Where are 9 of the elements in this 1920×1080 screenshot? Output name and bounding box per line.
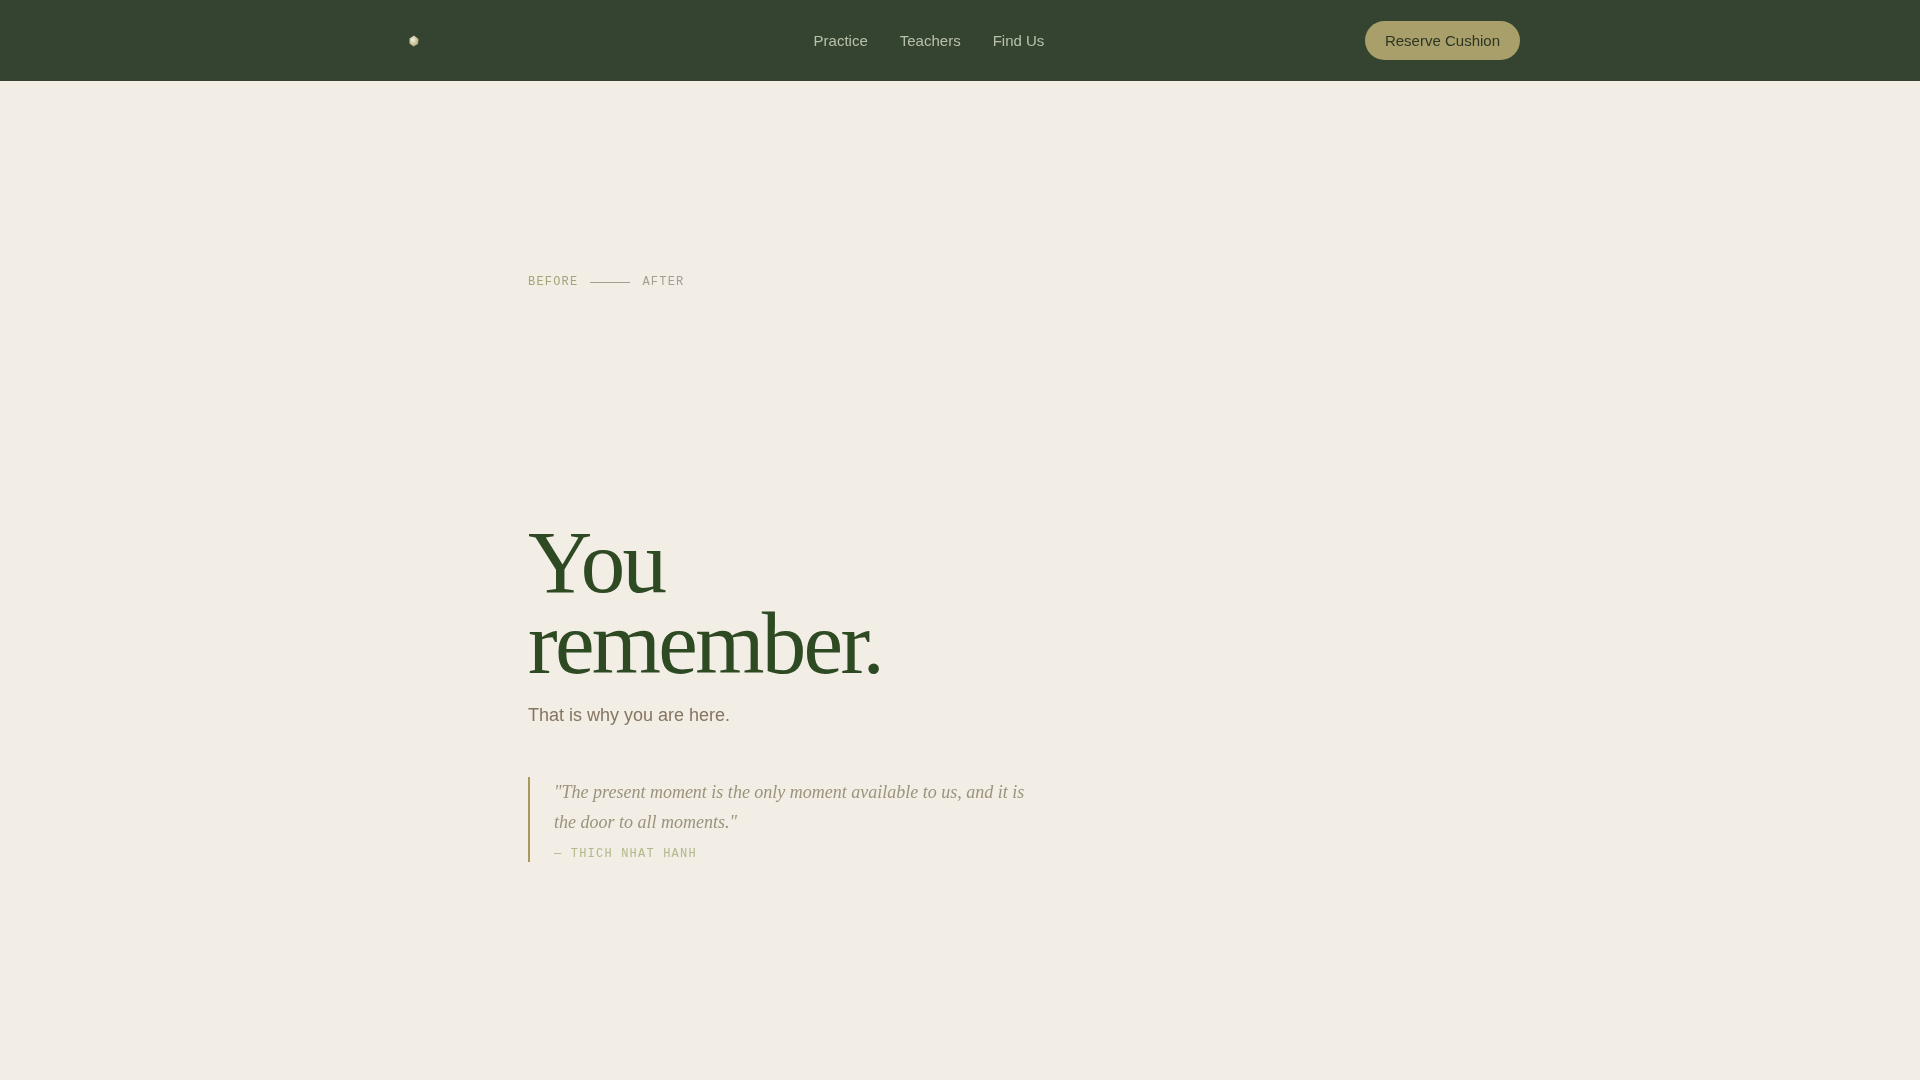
hero-subtitle: That is why you are here. xyxy=(528,704,731,727)
quote-attribution: — THICH NHAT HANH xyxy=(554,846,697,862)
nav-link[interactable]: Practice xyxy=(813,32,868,49)
quote-text: "The present moment is the only moment available to us, and it is the door to all moments." xyxy=(554,781,1026,834)
nav-link[interactable]: Teachers xyxy=(899,32,961,49)
logo-icon[interactable] xyxy=(408,34,420,47)
nav-link[interactable]: Find Us xyxy=(992,32,1045,49)
reserve-button[interactable]: Reserve Cushion xyxy=(1364,21,1520,60)
hero-heading: You remember. xyxy=(528,522,884,684)
